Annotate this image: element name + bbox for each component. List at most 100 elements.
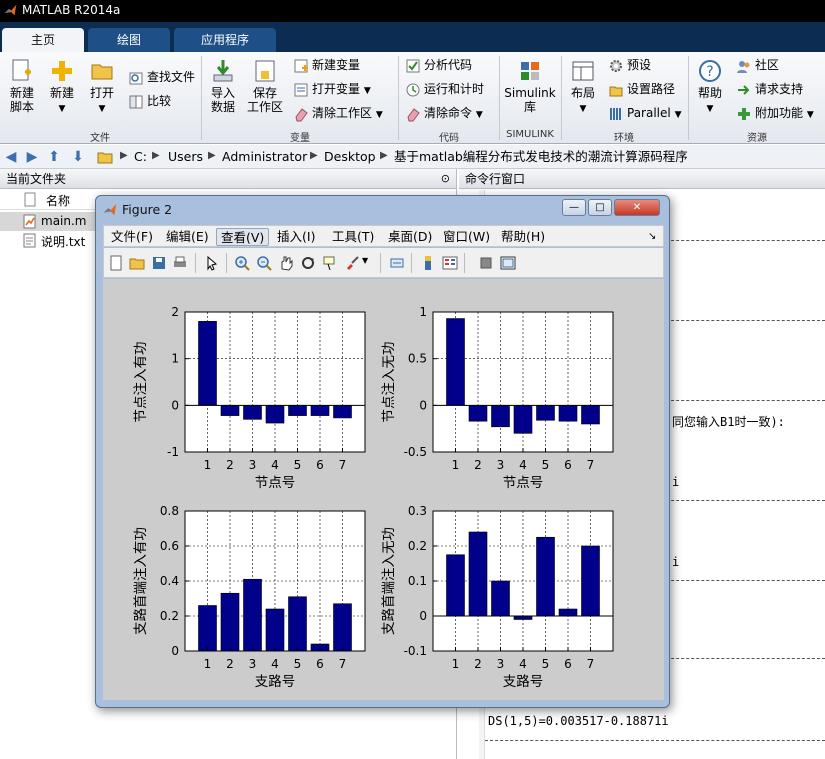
rotate-icon[interactable] — [300, 255, 316, 271]
x-axis-label: 节点号 — [503, 475, 544, 491]
community-button[interactable]: 社区 — [736, 56, 779, 74]
preferences-label: 预设 — [627, 58, 652, 72]
compare-icon — [129, 95, 143, 108]
data-cursor-icon[interactable] — [322, 255, 338, 271]
tab-apps[interactable]: 应用程序 — [174, 28, 276, 52]
print-icon[interactable] — [172, 255, 188, 271]
help-button[interactable]: ? 帮助 ▼ — [692, 58, 728, 116]
new-figure-icon[interactable] — [108, 255, 124, 271]
bar — [243, 578, 262, 652]
request-support-button[interactable]: 请求支持 — [736, 80, 803, 98]
folder-icon — [97, 152, 113, 164]
parallel-button[interactable]: Parallel ▼ — [608, 104, 681, 122]
menubar-dock-icon[interactable]: ↘ — [644, 228, 660, 246]
run-and-time-button[interactable]: 运行和计时 — [405, 80, 484, 98]
maximize-button[interactable]: □ — [588, 199, 612, 216]
pane-menu-icon[interactable]: ⊙ — [441, 169, 450, 189]
chevron-down-icon: ▼ — [475, 110, 483, 120]
layout-button[interactable]: 布局 ▼ — [566, 58, 600, 116]
pointer-icon[interactable] — [204, 255, 220, 271]
bar — [536, 405, 555, 421]
hide-plot-tools-icon[interactable] — [478, 255, 494, 271]
back-icon[interactable]: ◀ — [3, 149, 19, 165]
new-variable-button[interactable]: 新建变量 — [293, 56, 360, 74]
file-name: main.m — [41, 214, 87, 228]
y-tick-label: 2 — [171, 305, 179, 319]
add-ons-button[interactable]: 附加功能 ▼ — [736, 104, 814, 122]
preferences-button[interactable]: 预设 — [608, 56, 651, 74]
bar — [468, 531, 488, 617]
new-variable-label: 新建变量 — [312, 58, 361, 72]
menu-desktop[interactable]: 桌面(D) — [384, 228, 436, 246]
y-tick-label: 0.5 — [408, 352, 427, 366]
pan-icon[interactable] — [278, 255, 294, 271]
browse-folder-icon[interactable]: ⬇ — [70, 149, 86, 165]
up-folder-icon[interactable]: ⬆ — [46, 149, 62, 165]
breadcrumb-drive[interactable]: C: — [134, 149, 147, 165]
new-button[interactable]: 新建 ▼ — [44, 58, 80, 116]
link-icon[interactable] — [389, 255, 405, 271]
figure-window[interactable]: Figure 2 — □ ✕ 文件(F) 编辑(E) 查看(V) 插入(I) 工… — [95, 195, 670, 708]
menu-tools[interactable]: 工具(T) — [328, 228, 378, 246]
menu-help[interactable]: 帮助(H) — [497, 228, 549, 246]
clear-workspace-button[interactable]: 清除工作区 ▼ — [293, 104, 383, 122]
analyze-code-button[interactable]: 分析代码 — [405, 56, 472, 74]
minimize-button[interactable]: — — [562, 199, 586, 216]
bar — [581, 405, 600, 425]
breadcrumb-administrator[interactable]: Administrator — [222, 149, 307, 165]
find-files-icon — [129, 72, 143, 84]
clear-commands-button[interactable]: 清除命令 ▼ — [405, 104, 483, 122]
legend-icon[interactable] — [442, 255, 458, 271]
import-data-label: 导入 数据 — [210, 86, 235, 114]
open-button[interactable]: 打开 ▼ — [86, 58, 118, 116]
find-files-button[interactable]: 查找文件 — [128, 68, 195, 86]
simulink-group-label: SIMULINK — [506, 129, 554, 140]
set-path-button[interactable]: 设置路径 — [608, 80, 675, 98]
compare-button[interactable]: 比较 — [128, 92, 171, 110]
tab-plots[interactable]: 绘图 — [88, 28, 170, 52]
path-separator-icon: ▶ — [152, 150, 160, 161]
forward-icon[interactable]: ▶ — [24, 149, 40, 165]
x-tick-label: 4 — [519, 657, 527, 671]
brush-icon[interactable] — [344, 255, 360, 271]
menu-insert[interactable]: 插入(I) — [273, 228, 319, 246]
simulink-library-button[interactable]: Simulink 库 — [504, 58, 556, 114]
text-file-icon — [23, 233, 36, 248]
new-script-button[interactable]: 新建 脚本 — [4, 58, 40, 114]
divider — [380, 253, 381, 273]
open-file-icon[interactable] — [129, 255, 145, 271]
save-workspace-icon — [255, 60, 275, 82]
save-workspace-button[interactable]: 保存 工作区 — [245, 58, 285, 114]
tab-home[interactable]: 主页 — [2, 28, 84, 52]
open-variable-button[interactable]: 打开变量 ▼ — [293, 80, 371, 98]
figure-canvas[interactable]: -1 0 1 2 1 2 3 4 5 6 7 节点号 节点注入有功 -0.5 0 0.5 1 1 2 3 4 5 6 7 节点号… — [103, 279, 664, 700]
zoom-out-icon[interactable] — [256, 255, 272, 271]
x-tick-label: 7 — [587, 657, 595, 671]
app-title-bar: MATLAB R2014a — [0, 0, 825, 22]
breadcrumb-desktop[interactable]: Desktop — [324, 149, 376, 165]
save-icon[interactable] — [151, 255, 167, 271]
chevron-down-icon[interactable]: ▼ — [362, 256, 368, 265]
menu-file[interactable]: 文件(F) — [107, 228, 157, 246]
menu-edit[interactable]: 编辑(E) — [162, 228, 213, 246]
y-tick-label: 0.3 — [408, 504, 427, 518]
add-ons-label: 附加功能 — [755, 106, 804, 120]
command-window-header: 命令行窗口 — [459, 169, 825, 189]
breadcrumb-users[interactable]: Users — [168, 149, 203, 165]
name-column-header[interactable]: 名称 — [46, 192, 70, 209]
show-plot-tools-icon[interactable] — [500, 255, 516, 271]
import-data-button[interactable]: 导入 数据 — [205, 58, 241, 114]
breadcrumb-project-folder[interactable]: 基于matlab编程分布式发电技术的潮流计算源码程序 — [394, 149, 688, 165]
zoom-in-icon[interactable] — [234, 255, 250, 271]
menu-window[interactable]: 窗口(W) — [439, 228, 494, 246]
path-separator-icon: ▶ — [310, 150, 318, 161]
colorbar-icon[interactable] — [420, 255, 436, 271]
bar — [333, 603, 352, 652]
close-button[interactable]: ✕ — [614, 199, 660, 216]
new-label: 新建 — [49, 86, 74, 100]
x-tick-label: 7 — [339, 657, 347, 671]
current-folder-title: 当前文件夹 — [6, 172, 67, 186]
menu-view[interactable]: 查看(V) — [216, 228, 270, 246]
x-tick-label: 3 — [249, 657, 257, 671]
compare-label: 比较 — [147, 94, 172, 108]
